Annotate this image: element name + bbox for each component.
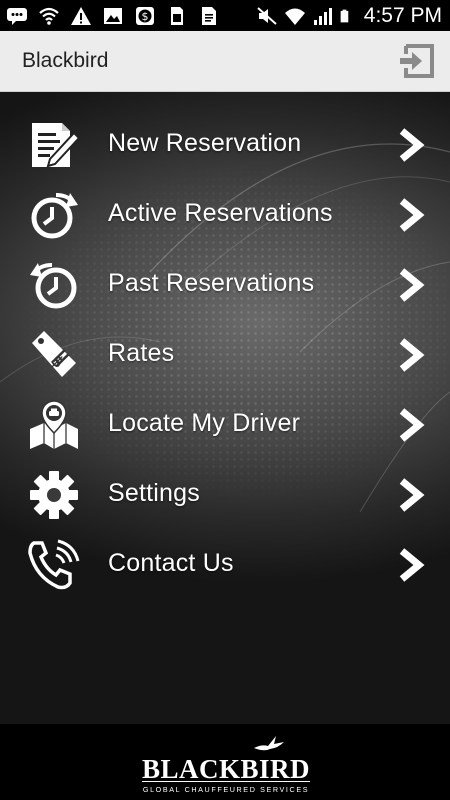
chevron-right-icon: [399, 198, 425, 232]
chevron-right-icon: [399, 548, 425, 582]
menu-item-label: New Reservation: [108, 129, 302, 157]
menu-item-rates[interactable]: $ Rates: [0, 320, 450, 390]
message-icon: [7, 8, 27, 25]
menu-item-new-reservation[interactable]: New Reservation: [0, 110, 450, 180]
svg-text:$: $: [142, 10, 149, 23]
mute-icon: [257, 7, 277, 25]
gear-icon: [30, 471, 78, 519]
rates-tag-icon: $: [32, 331, 76, 377]
dollar-icon: $: [136, 7, 154, 25]
menu-item-label: Settings: [108, 479, 200, 507]
signal-icon: [313, 8, 332, 25]
system-icons: 4:57 PM: [256, 4, 442, 28]
menu-item-label: Active Reservations: [108, 199, 333, 227]
active-reservations-icon: [31, 193, 78, 239]
file-icon: [202, 7, 216, 25]
sim-icon: [171, 7, 183, 25]
app-bar: Blackbird: [0, 31, 450, 92]
footer: BLACKBIRD GLOBAL CHAUFFEURED SERVICES: [0, 724, 450, 800]
past-reservations-icon: [30, 263, 77, 309]
image-icon: [104, 8, 122, 24]
menu-list: New Reservation Active Reservations Past…: [0, 110, 450, 600]
app-title: Blackbird: [22, 49, 109, 72]
chevron-right-icon: [399, 408, 425, 442]
chevron-right-icon: [399, 338, 425, 372]
new-reservation-icon: [32, 123, 80, 168]
battery-icon: [340, 9, 349, 23]
menu-item-label: Rates: [108, 339, 175, 367]
menu-item-locate-my-driver[interactable]: Locate My Driver: [0, 390, 450, 460]
wifi-signal-icon: [284, 8, 305, 25]
logo-divider: [142, 781, 310, 782]
status-bar: $ 4:57 PM: [0, 0, 450, 31]
chevron-right-icon: [399, 268, 425, 302]
status-time: 4:57 PM: [363, 4, 442, 27]
menu-item-active-reservations[interactable]: Active Reservations: [0, 180, 450, 250]
warning-icon: [71, 7, 91, 25]
main-menu-area: New Reservation Active Reservations Past…: [0, 92, 450, 724]
menu-item-label: Past Reservations: [108, 269, 315, 297]
menu-item-settings[interactable]: Settings: [0, 460, 450, 530]
menu-item-contact-us[interactable]: Contact Us: [0, 530, 450, 600]
menu-item-past-reservations[interactable]: Past Reservations: [0, 250, 450, 320]
menu-item-label: Locate My Driver: [108, 409, 301, 437]
chevron-right-icon: [399, 128, 425, 162]
phone-icon: [28, 539, 80, 590]
logout-icon[interactable]: [398, 42, 436, 80]
bird-logo-icon: [254, 736, 284, 751]
logo-tagline: GLOBAL CHAUFFEURED SERVICES: [142, 785, 310, 794]
wifi-icon: [39, 7, 59, 25]
blackbird-logo: BLACKBIRD GLOBAL CHAUFFEURED SERVICES: [140, 734, 312, 794]
chevron-right-icon: [399, 478, 425, 512]
notification-icons: $: [6, 5, 220, 27]
locate-driver-map-icon: [30, 400, 78, 449]
menu-item-label: Contact Us: [108, 549, 234, 577]
